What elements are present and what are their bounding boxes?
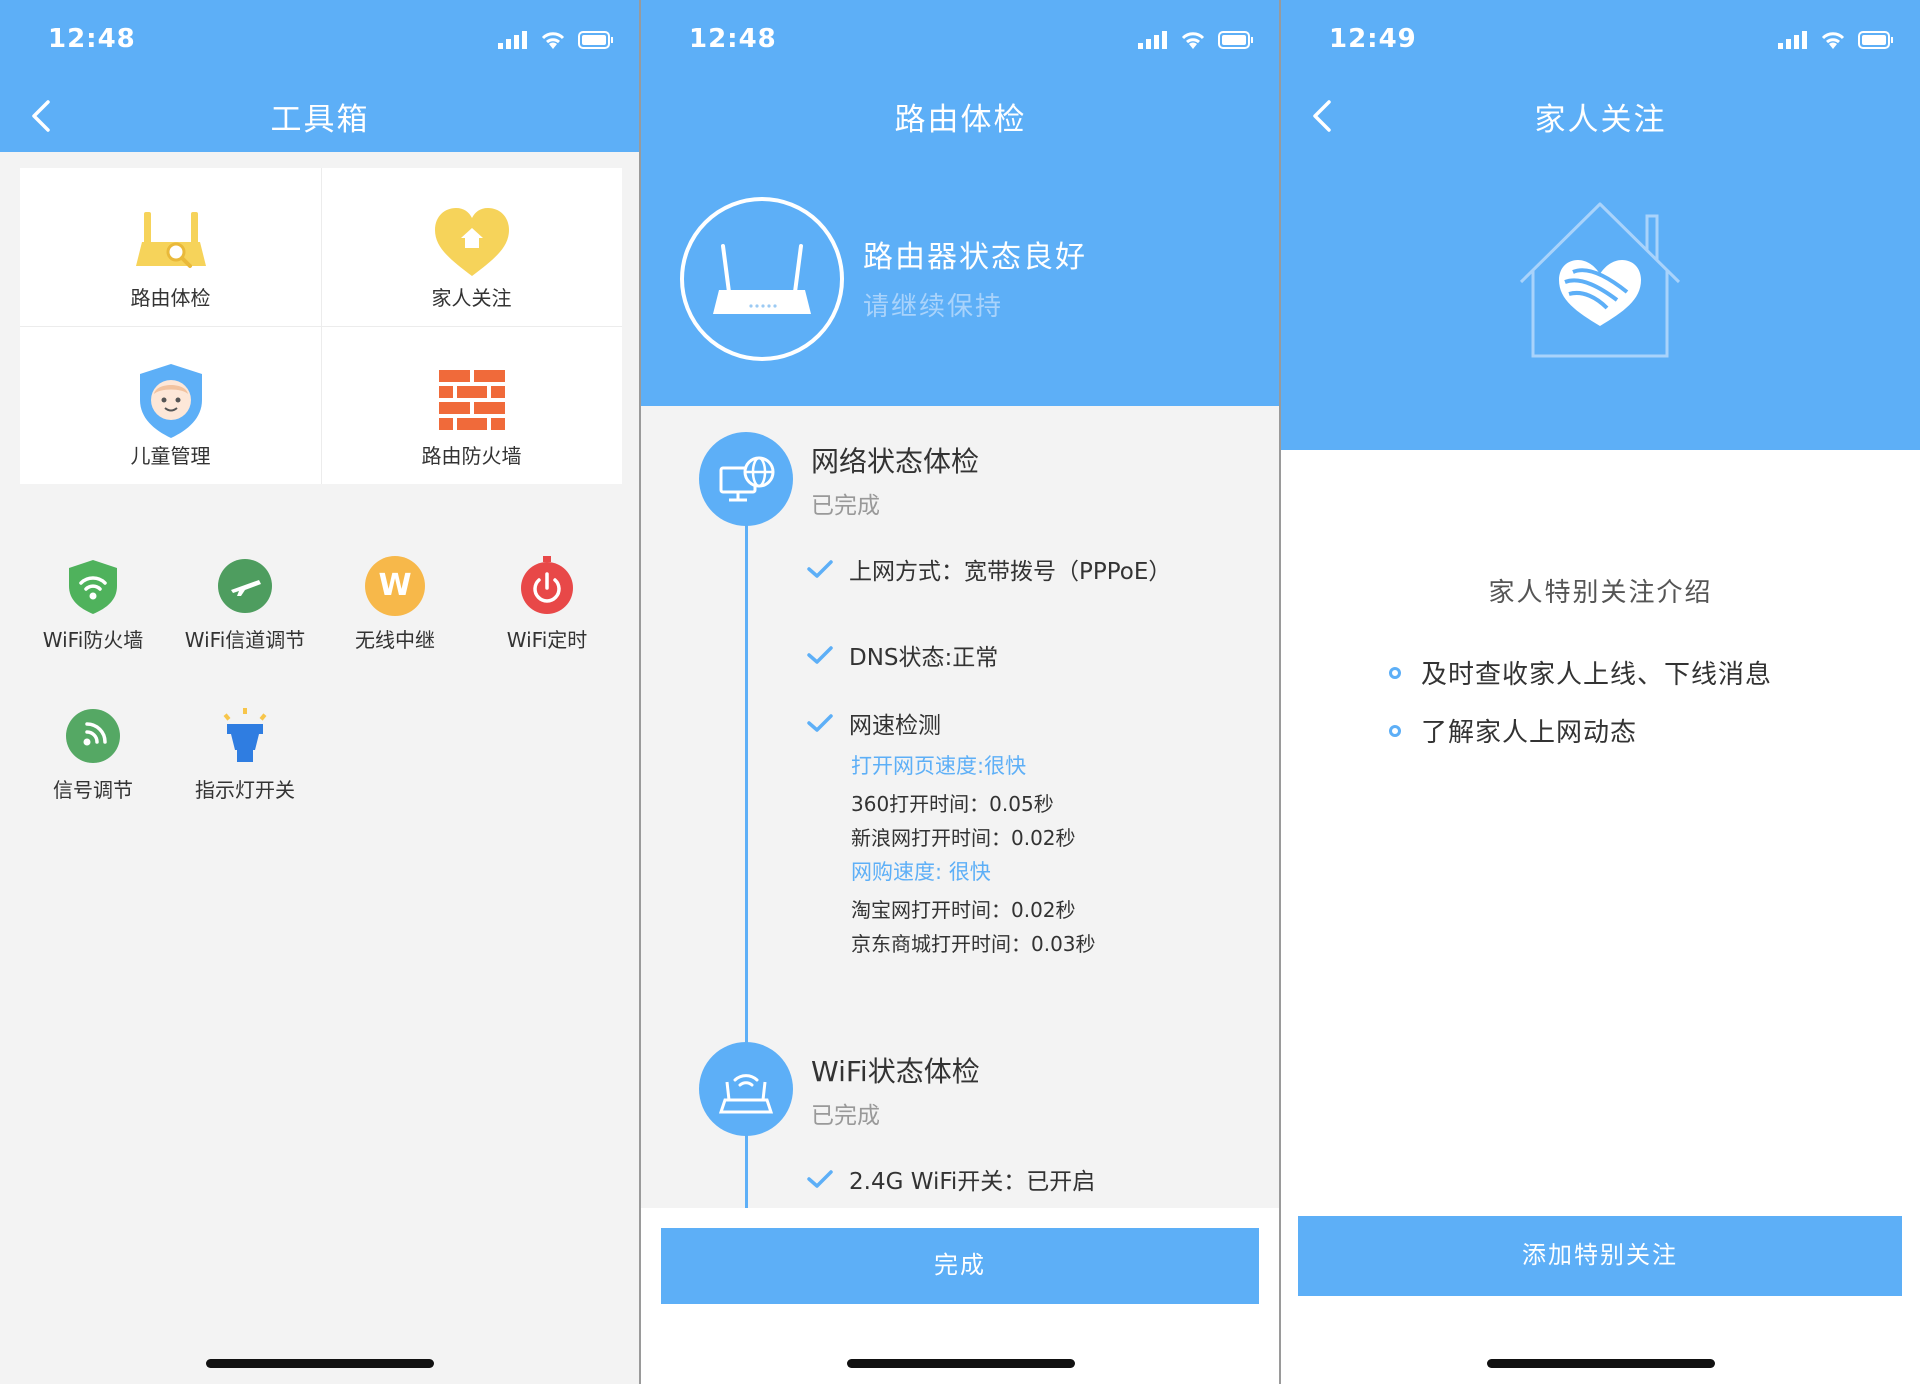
tool-label: 指示灯开关 [195,778,295,802]
bullet-dot-icon [1389,724,1401,737]
network-check-icon [699,432,793,526]
checkmark-icon [807,714,833,732]
router-status-subtitle: 请继续保持 [863,292,1004,322]
brick-wall-icon [438,370,505,430]
checkmark-icon [807,560,833,578]
speed-detail: 淘宝网打开时间：0.02秒 [851,898,1076,922]
signal-icon [66,709,120,763]
tool-wifi-channel[interactable]: WiFi信道调节 [170,556,320,666]
wifi-check-icon [699,1042,793,1136]
family-house-heart-icon [1519,202,1681,358]
router-status-icon [680,197,844,361]
grid-item-label: 路由体检 [130,286,211,310]
router-status-title: 路由器状态良好 [863,240,1087,275]
checkmark-icon [807,646,833,664]
wifi-status-icon [1821,32,1845,49]
family-care-screen: 12:49 家人关注 家人特别关注介绍 及时查收家人上线、下线消息 了解家人上网… [1281,0,1920,1384]
network-section-state: 已完成 [811,493,880,519]
grid-item-router-check[interactable]: 路由体检 [20,168,321,326]
speed-detail: 网购速度: 很快 [851,860,991,884]
child-shield-icon [139,364,202,438]
wifi-shield-icon [69,560,117,614]
router-wifi-icon [718,1074,774,1114]
speed-detail: 京东商城打开时间：0.03秒 [851,932,1096,956]
status-time: 12:49 [1329,24,1417,54]
check-item-text: 上网方式：宽带拨号（PPPoE） [849,559,1172,585]
home-indicator[interactable] [1486,1359,1715,1368]
intro-bullet-text: 了解家人上网动态 [1421,718,1638,748]
intro-bullet: 了解家人上网动态 [1389,712,1637,749]
status-bar: 12:48 [0,0,640,80]
bullet-dot-icon [1389,666,1401,679]
check-item: DNS状态:正常 [807,638,998,672]
tool-indicator-light[interactable]: 指示灯开关 [170,706,320,816]
power-timer-icon [521,556,573,614]
tool-wireless-repeater[interactable]: W 无线中继 [320,556,470,666]
navbar: 家人关注 [1281,80,1920,152]
speed-detail: 新浪网打开时间：0.02秒 [851,826,1076,850]
main-tools-grid: 路由体检 家人关注 儿童管理 路由防火墙 [20,168,622,484]
page-title: 路由体检 [894,102,1027,138]
tool-label: WiFi防火墙 [42,628,144,652]
tool-signal-adjust[interactable]: 信号调节 [18,706,168,816]
intro-title: 家人特别关注介绍 [1488,578,1713,608]
page-title: 工具箱 [270,102,370,138]
wifi-status-icon [1181,32,1205,49]
cellular-signal-icon [1778,31,1807,49]
toolbox-screen: 12:48 工具箱 路由体检 家人关注 儿童管理 路由防火墙 WiFi防火墙 W… [0,0,640,1384]
wifi-section-title: WiFi状态体检 [811,1055,980,1088]
grid-item-family-care[interactable]: 家人关注 [321,168,622,326]
grid-item-label: 儿童管理 [130,444,211,468]
intro-bullet-text: 及时查收家人上线、下线消息 [1421,660,1773,690]
w-badge-icon: W [365,556,425,616]
intro-bullet: 及时查收家人上线、下线消息 [1389,654,1772,691]
battery-icon [1218,31,1253,49]
cellular-signal-icon [498,31,527,49]
check-item-text: DNS状态:正常 [849,645,999,671]
status-time: 12:48 [48,24,136,54]
check-item: 网速检测 [807,706,941,740]
navbar: 工具箱 [0,80,640,152]
status-bar: 12:48 [641,0,1280,80]
status-bar: 12:49 [1281,0,1920,80]
check-item: 2.4G WiFi开关：已开启 [807,1162,1095,1196]
tool-label: WiFi信道调节 [184,628,306,652]
navbar: 路由体检 [641,80,1280,152]
page-title: 家人关注 [1534,102,1667,138]
tool-wifi-timer[interactable]: WiFi定时 [472,556,622,666]
speed-detail: 360打开时间：0.05秒 [851,792,1054,816]
battery-icon [578,31,613,49]
grid-item-child-management[interactable]: 儿童管理 [20,326,321,484]
wifi-section-state: 已完成 [811,1103,880,1129]
battery-icon [1858,31,1893,49]
add-special-care-button[interactable]: 添加特别关注 [1298,1216,1902,1296]
done-button[interactable]: 完成 [661,1228,1259,1304]
status-time: 12:48 [689,24,777,54]
grid-item-label: 路由防火墙 [421,444,522,468]
monitor-globe-icon [719,456,775,502]
checkmark-icon [807,1170,833,1188]
speed-detail: 打开网页速度:很快 [851,754,1027,778]
router-check-icon [135,212,206,268]
check-item: 上网方式：宽带拨号（PPPoE） [807,552,1171,586]
tool-label: WiFi定时 [506,628,588,652]
home-indicator[interactable] [846,1359,1075,1368]
heart-home-icon [434,208,509,276]
plane-icon [218,559,272,613]
network-section-title: 网络状态体检 [811,445,980,478]
wifi-status-icon [541,32,565,49]
cellular-signal-icon [1138,31,1167,49]
checkup-footer: 完成 [641,1208,1280,1384]
grid-item-label: 家人关注 [431,286,512,310]
tool-label: 无线中继 [355,628,435,652]
home-indicator[interactable] [206,1359,434,1368]
grid-item-router-firewall[interactable]: 路由防火墙 [321,326,622,484]
router-checkup-screen: 12:48 路由体检 路由器状态良好 请继续保持 网络状态体检 已完成 上网方式… [641,0,1280,1384]
tool-wifi-firewall[interactable]: WiFi防火墙 [18,556,168,666]
tool-label: 信号调节 [53,778,133,802]
check-item-text: 2.4G WiFi开关：已开启 [849,1169,1096,1195]
lamp-icon [223,708,267,762]
check-item-text: 网速检测 [849,713,941,739]
